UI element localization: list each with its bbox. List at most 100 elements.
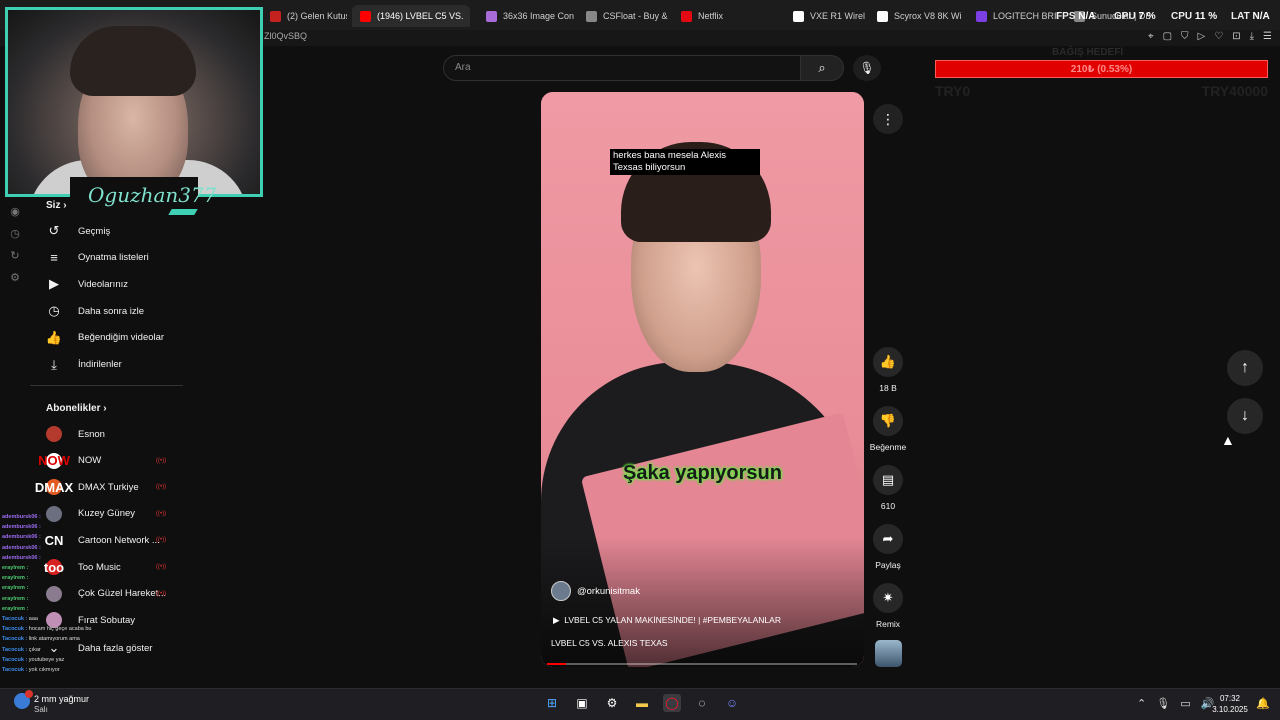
browser-tab[interactable]: (2) Gelen Kutusu bbox=[262, 5, 347, 27]
file-explorer-icon[interactable]: ▬ bbox=[633, 694, 651, 712]
sidebar-item[interactable]: ≡ Oynatma listeleri bbox=[30, 247, 180, 269]
browser-tab[interactable]: Scyrox V8 8K Wi bbox=[869, 5, 962, 27]
subscription-item[interactable]: Esnon bbox=[30, 423, 180, 445]
voice-search-button[interactable]: 🎙 bbox=[853, 55, 881, 81]
subs-title-label: Abonelikler bbox=[46, 403, 101, 414]
taskbar-clock[interactable]: 07:32 3.10.2025 bbox=[1210, 693, 1250, 715]
weather-description[interactable]: Salı bbox=[34, 705, 48, 714]
address-text[interactable]: Zl0QvSBQ bbox=[264, 31, 307, 41]
channel-avatar: NOW bbox=[38, 452, 70, 469]
chat-text: hocam hiç geçe acaba bu bbox=[28, 626, 92, 633]
player-icon[interactable]: ▷ bbox=[1198, 31, 1206, 42]
menu-icon[interactable]: ☰ bbox=[1263, 31, 1272, 42]
sync-icon[interactable]: ↻ bbox=[7, 249, 23, 263]
dislike-action[interactable]: 👎 Beğenme bbox=[868, 406, 908, 452]
video-title[interactable]: ▶ LVBEL C5 YALAN MAKİNESİNDE! | #PEMBEYA… bbox=[553, 615, 781, 626]
sidebar-item[interactable]: ▶ Videolarınız bbox=[30, 273, 180, 295]
channel-row[interactable]: @orkunisitmak bbox=[551, 581, 640, 601]
previous-video-button[interactable]: ↑ bbox=[1227, 350, 1263, 386]
browser-tab[interactable]: (1946) LVBEL C5 VS. bbox=[352, 5, 470, 27]
gpu-value: 7 % bbox=[1138, 11, 1156, 22]
opera-browser-icon[interactable]: ◯ bbox=[663, 694, 681, 712]
network-icon[interactable]: ▭ bbox=[1180, 697, 1190, 710]
share-label: Paylaş bbox=[875, 560, 901, 570]
steam-icon[interactable]: ◌ bbox=[693, 694, 711, 712]
channel-avatar[interactable] bbox=[551, 581, 571, 601]
you-section-title[interactable]: Siz › bbox=[46, 200, 67, 211]
comments-action[interactable]: ▤ 610 bbox=[868, 465, 908, 511]
next-video-button[interactable]: ↓ bbox=[1227, 398, 1263, 434]
donation-goal-max: TRY40000 bbox=[1201, 83, 1268, 99]
clock-icon[interactable]: ◷ bbox=[7, 227, 23, 241]
share-action[interactable]: ➦ Paylaş bbox=[868, 524, 908, 570]
chat-username: adembursk06 : bbox=[2, 534, 41, 541]
windows-start-icon[interactable]: ⊞ bbox=[543, 694, 561, 712]
screenshot-icon[interactable]: ▢ bbox=[1163, 31, 1172, 42]
browser-tab[interactable]: Netflix bbox=[673, 5, 765, 27]
dislike-button[interactable]: 👎 bbox=[873, 406, 903, 436]
task-view-icon[interactable]: ▣ bbox=[573, 694, 591, 712]
like-button[interactable]: 👍 bbox=[873, 347, 903, 377]
sidebar-item[interactable]: ◷ Daha sonra izle bbox=[30, 300, 180, 322]
box-icon[interactable]: ⊡ bbox=[1232, 31, 1240, 42]
search-input[interactable] bbox=[443, 55, 801, 81]
chat-text: yok cıkmıyor bbox=[28, 667, 60, 674]
show-more-button[interactable]: ⌄ Daha fazla göster bbox=[30, 637, 180, 659]
fps-value: N/A bbox=[1078, 11, 1096, 22]
more-options-button[interactable]: ⋮ bbox=[873, 104, 903, 134]
discord-icon[interactable]: ☺ bbox=[723, 694, 741, 712]
notification-icon[interactable]: 🔔 bbox=[1256, 697, 1270, 710]
subscription-label: NOW bbox=[78, 455, 102, 467]
tab-label: (1946) LVBEL C5 VS. bbox=[377, 11, 464, 21]
subscription-item[interactable]: DMAX DMAX Turkiye ((•)) bbox=[30, 476, 180, 498]
subscription-item[interactable]: NOW NOW ((•)) bbox=[30, 450, 180, 472]
pin-icon[interactable]: ⌖ bbox=[1148, 31, 1154, 42]
subscriptions-section-title[interactable]: Abonelikler › bbox=[46, 403, 107, 414]
video-title-text: LVBEL C5 YALAN MAKİNESİNDE! | #PEMBEYALA… bbox=[564, 615, 781, 625]
history-icon: ↺ bbox=[48, 223, 60, 238]
chevron-down-icon: ⌄ bbox=[48, 640, 60, 655]
share-button[interactable]: ➦ bbox=[873, 524, 903, 554]
remix-button[interactable]: ✷ bbox=[873, 583, 903, 613]
sound-thumbnail[interactable] bbox=[875, 640, 902, 667]
settings-icon[interactable]: ⚙ bbox=[7, 271, 23, 285]
play-circle-icon[interactable]: ◉ bbox=[7, 205, 23, 219]
chat-message: eraylrem : bbox=[2, 604, 182, 614]
browser-tab[interactable]: LOGITECH BRIO bbox=[968, 5, 1059, 27]
tab-favicon-icon bbox=[270, 10, 281, 22]
microphone-tray-icon[interactable]: 🎙 bbox=[1156, 697, 1170, 710]
microphone-icon: 🎙 bbox=[859, 61, 875, 75]
sidebar-item[interactable]: ↺ Geçmiş bbox=[30, 220, 180, 242]
donation-goal-min: TRY0 bbox=[935, 83, 971, 99]
arrow-up-icon: ↑ bbox=[1241, 359, 1249, 376]
screen: (2) Gelen Kutusu (1946) LVBEL C5 VS. 36x36… bbox=[0, 0, 1280, 720]
chevron-right-icon: › bbox=[63, 200, 67, 211]
channel-avatar bbox=[46, 426, 62, 442]
browser-tab[interactable]: CSFloat - Buy & S bbox=[578, 5, 670, 27]
latency-label: LAT bbox=[1231, 11, 1250, 22]
comments-button[interactable]: ▤ bbox=[873, 465, 903, 495]
remix-action[interactable]: ✷ Remix bbox=[868, 583, 908, 629]
weather-temperature[interactable]: 2 mm yağmur bbox=[34, 694, 89, 704]
sidebar-item[interactable]: ⤓ İndirilenler bbox=[30, 354, 180, 376]
comment-count: 610 bbox=[880, 501, 896, 511]
heart-icon[interactable]: ♡ bbox=[1214, 31, 1223, 42]
thumbs-up-icon: 👍 bbox=[879, 354, 897, 369]
tab-favicon-icon bbox=[586, 10, 597, 22]
sidebar-item-label: Videolarınız bbox=[78, 278, 128, 290]
download-icon[interactable]: ⤓ bbox=[1250, 31, 1254, 42]
search-icon: ⌕ bbox=[818, 60, 826, 75]
chevron-up-icon[interactable]: ⌃ bbox=[1137, 697, 1146, 710]
like-action[interactable]: 👍 18 B bbox=[868, 347, 908, 393]
settings-app-icon[interactable]: ⚙ bbox=[603, 694, 621, 712]
shield-icon[interactable]: ⛉ bbox=[1181, 31, 1189, 42]
channel-name[interactable]: @orkunisitmak bbox=[577, 586, 640, 597]
chat-username: adembursk06 : bbox=[2, 554, 41, 561]
search-button[interactable]: ⌕ bbox=[800, 55, 844, 81]
sidebar-item[interactable]: 👍 Beğendiğim videolar bbox=[30, 327, 180, 349]
video-progress-bar[interactable] bbox=[547, 663, 857, 665]
cpu-readout: CPU 11 % bbox=[1171, 11, 1217, 22]
weather-icon[interactable] bbox=[14, 690, 33, 709]
browser-tab[interactable]: VXE R1 Wireless bbox=[785, 5, 865, 27]
browser-tab[interactable]: 36x36 Image Con bbox=[478, 5, 575, 27]
